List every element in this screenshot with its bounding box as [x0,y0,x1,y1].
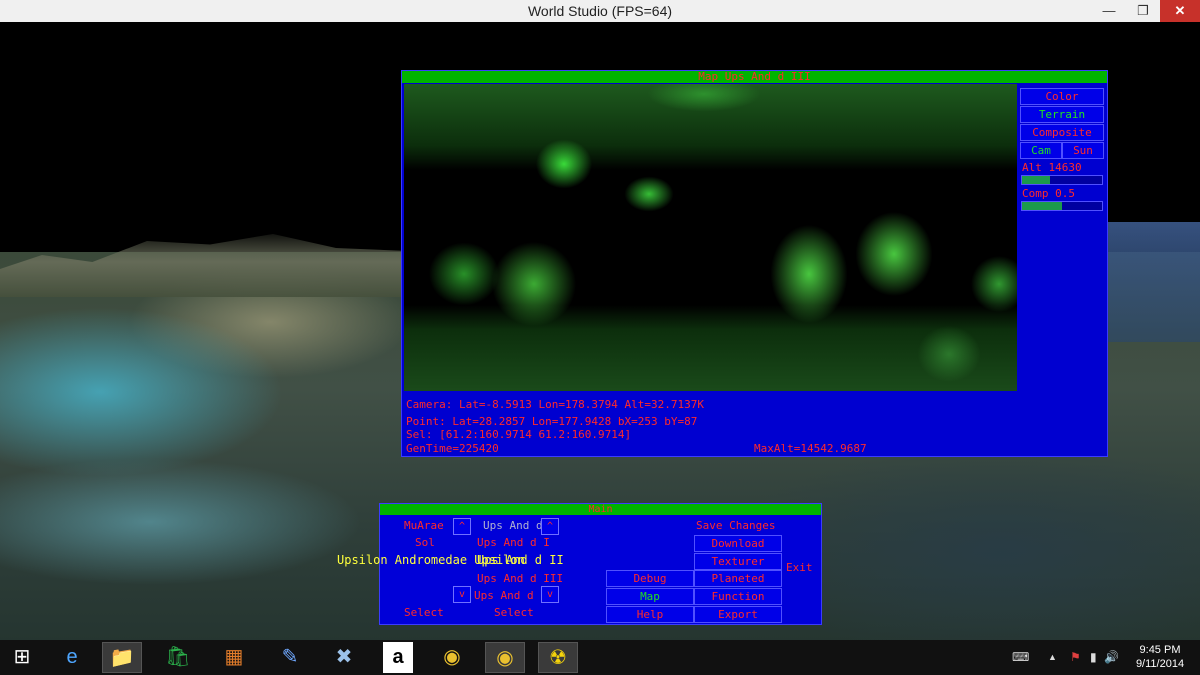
tray-chevron-icon[interactable]: ▲ [1048,640,1057,675]
app2-icon[interactable]: ✎ [270,642,310,673]
point-readout: Point: Lat=28.2857 Lon=177.9428 bX=253 b… [406,415,698,428]
map-button[interactable]: Map [606,588,694,605]
help-button[interactable]: Help [606,606,694,623]
volume-icon[interactable]: 🔊 [1104,640,1119,675]
list-item-muarae[interactable]: MuArae [404,519,444,533]
terrain-button[interactable]: Terrain [1020,106,1104,123]
list-item-ups-and-d-ii[interactable]: Ups And d II [477,553,564,567]
color-button[interactable]: Color [1020,88,1104,105]
left-select-button[interactable]: Select [404,606,444,620]
download-button[interactable]: Download [694,535,782,552]
list-item-ups-and-d[interactable]: Ups And d [483,519,543,533]
title-bar: World Studio (FPS=64) — ❐ ✕ [0,0,1200,23]
left-scroll-down-button[interactable]: v [453,586,471,603]
selection-readout: Sel: [61.2:160.9714 61.2:160.9714] [406,428,632,441]
list-item-sol[interactable]: Sol [415,536,435,550]
alt-slider-label: Alt 14630 [1022,161,1082,174]
gentime-readout: GenTime=225420 [406,442,499,455]
cam-button[interactable]: Cam [1020,142,1062,159]
mid-scroll-up-button[interactable]: ^ [541,518,559,535]
sun-button[interactable]: Sun [1062,142,1104,159]
planet-hover-label: Upsilon Andromedae Upsilon Ups And d II [337,553,564,567]
chrome-active-icon[interactable]: ◉ [485,642,525,673]
debug-button[interactable]: Debug [606,570,694,587]
terrain-water [1100,222,1200,342]
start-icon[interactable]: ⊞ [2,642,42,673]
window-title: World Studio (FPS=64) [527,3,673,19]
close-button[interactable]: ✕ [1160,0,1200,22]
main-window-title[interactable]: Main [380,504,821,515]
list-item-ups-and-d-2[interactable]: Ups And d [474,589,534,603]
maximize-button[interactable]: ❐ [1126,0,1160,22]
comp-slider[interactable] [1021,201,1103,211]
store-icon[interactable]: 🛍 [158,642,198,673]
export-button[interactable]: Export [694,606,782,623]
list-item-ups-and-d-iii[interactable]: Ups And d III [477,572,563,586]
comp-slider-fill [1022,202,1062,210]
function-button[interactable]: Function [694,588,782,605]
chrome-icon[interactable]: ◉ [432,642,472,673]
app-icon[interactable]: ▦ [214,642,254,673]
map-window-title[interactable]: Map Ups And d III [402,71,1107,83]
planeted-button[interactable]: Planeted [694,570,782,587]
texturer-button[interactable]: Texturer [694,553,782,570]
file-explorer-icon[interactable]: 📁 [102,642,142,673]
map-window: Map Ups And d III Color Terrain Composit… [401,70,1108,457]
keyboard-icon[interactable]: ⌨ [1012,640,1029,675]
save-changes-button[interactable]: Save Changes [696,519,775,533]
clock-time: 9:45 PM [1139,644,1181,656]
alt-slider[interactable] [1021,175,1103,185]
exit-button[interactable]: Exit [786,561,813,575]
radiation-icon[interactable]: ☢ [538,642,578,673]
planet-map-image[interactable] [404,84,1017,391]
taskbar: ⊞ e 📁 🛍 ▦ ✎ ✖ a ◉ ◉ ☢ ⌨ ▲ ⚑ ▮ 🔊 9:45 PM … [0,640,1200,675]
flag-icon[interactable]: ⚑ [1070,640,1081,675]
minimize-button[interactable]: — [1092,0,1126,22]
alt-slider-fill [1022,176,1050,184]
amazon-icon[interactable]: a [383,642,413,673]
composite-button[interactable]: Composite [1020,124,1104,141]
app3-icon[interactable]: ✖ [324,642,364,673]
camera-readout: Camera: Lat=-8.5913 Lon=178.3794 Alt=32.… [406,398,705,411]
list-item-ups-and-d-i[interactable]: Ups And d I [477,536,550,550]
clock[interactable]: 9:45 PM 9/11/2014 [1120,643,1200,671]
ie-icon[interactable]: e [52,642,92,673]
network-icon[interactable]: ▮ [1090,640,1097,675]
mid-select-button[interactable]: Select [494,606,534,620]
comp-slider-label: Comp 0.5 [1022,187,1075,200]
mid-scroll-down-button[interactable]: v [541,586,559,603]
clock-date: 9/11/2014 [1135,658,1185,670]
left-scroll-up-button[interactable]: ^ [453,518,471,535]
maxalt-readout: MaxAlt=14542.9687 [754,442,867,455]
